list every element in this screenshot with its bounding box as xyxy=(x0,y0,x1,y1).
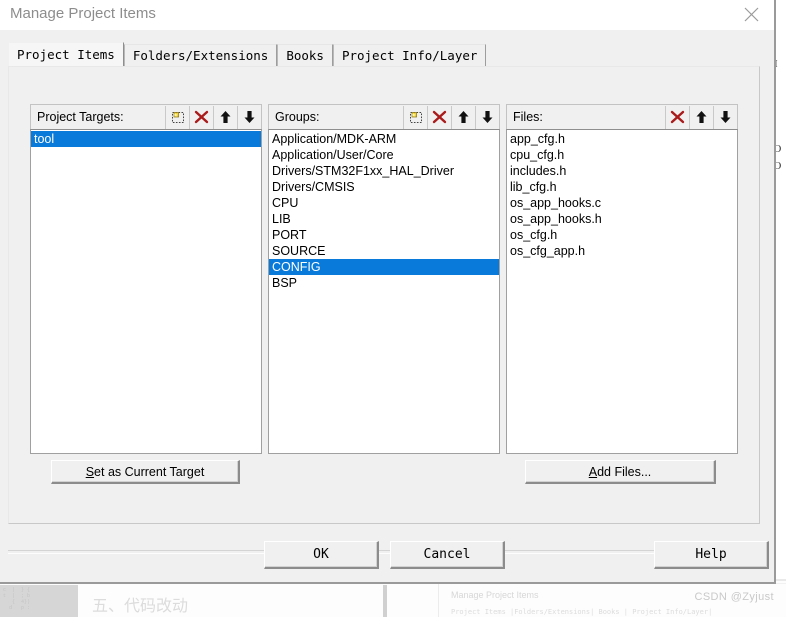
background-ghost-dialog-title: Manage Project Items xyxy=(451,590,539,600)
tab-folders-extensions[interactable]: Folders/Extensions xyxy=(123,44,278,66)
move-down-icon[interactable] xyxy=(475,105,499,129)
set-target-accel: S xyxy=(85,464,95,479)
background-section-heading: 五、代码改动 xyxy=(92,596,189,615)
move-up-icon[interactable] xyxy=(451,105,475,129)
list-item[interactable]: Drivers/CMSIS xyxy=(269,179,499,195)
background-ghost-dialog-tabs: Project Items |Folders/Extensions| Books… xyxy=(451,608,713,616)
list-item[interactable]: app_cfg.h xyxy=(507,131,737,147)
move-up-icon[interactable] xyxy=(689,105,713,129)
list-item[interactable]: CONFIG xyxy=(269,259,499,275)
delete-icon[interactable] xyxy=(189,105,213,129)
move-up-icon[interactable] xyxy=(213,105,237,129)
list-item[interactable]: os_app_hooks.c xyxy=(507,195,737,211)
move-down-icon[interactable] xyxy=(237,105,261,129)
cancel-button[interactable]: Cancel xyxy=(390,541,505,569)
new-item-icon[interactable] xyxy=(165,105,189,129)
list-item[interactable]: Application/User/Core xyxy=(269,147,499,163)
add-files-accel: A xyxy=(588,464,598,479)
list-item[interactable]: os_app_hooks.h xyxy=(507,211,737,227)
project-targets-column: Project Targets: tool xyxy=(30,104,262,454)
set-target-label: et as Current Target xyxy=(94,464,205,479)
list-item[interactable]: CPU xyxy=(269,195,499,211)
list-item[interactable]: cpu_cfg.h xyxy=(507,147,737,163)
tab-project-items[interactable]: Project Items xyxy=(8,42,124,66)
background-thumbnail-code: c | } { t | ; b { 4}) d p : xyxy=(3,587,31,611)
set-as-current-target-button[interactable]: Set as Current Target xyxy=(51,460,240,484)
tab-project-info-layer[interactable]: Project Info/Layer xyxy=(332,44,487,66)
files-listbox[interactable]: app_cfg.h cpu_cfg.h includes.h lib_cfg.h… xyxy=(506,129,738,454)
tab-books[interactable]: Books xyxy=(277,44,333,66)
list-item[interactable]: tool xyxy=(31,131,261,147)
background-bottom-strip: c | } { t | ; b { 4}) d p : 五、代码改动 Manag… xyxy=(0,579,786,617)
list-item[interactable]: BSP xyxy=(269,275,499,291)
list-item[interactable]: os_cfg_app.h xyxy=(507,243,737,259)
background-thumbnail: c | } { t | ; b { 4}) d p : xyxy=(0,585,78,617)
close-icon xyxy=(744,7,759,22)
footer-separator xyxy=(8,550,764,554)
dialog-titlebar: Manage Project Items xyxy=(0,0,774,30)
csdn-watermark: CSDN @Zyjust xyxy=(694,591,774,603)
list-item[interactable]: lib_cfg.h xyxy=(507,179,737,195)
help-button[interactable]: Help xyxy=(654,541,769,569)
list-item[interactable]: Drivers/STM32F1xx_HAL_Driver xyxy=(269,163,499,179)
groups-listbox[interactable]: Application/MDK-ARM Application/User/Cor… xyxy=(268,129,500,454)
files-label: Files: xyxy=(513,110,543,124)
list-item[interactable]: SOURCE xyxy=(269,243,499,259)
delete-icon[interactable] xyxy=(427,105,451,129)
move-down-icon[interactable] xyxy=(713,105,737,129)
dialog-title: Manage Project Items xyxy=(10,5,156,22)
dialog-body: Project Items Folders/Extensions Books P… xyxy=(0,30,774,582)
list-item[interactable]: os_cfg.h xyxy=(507,227,737,243)
groups-label: Groups: xyxy=(275,110,320,124)
list-item[interactable]: PORT xyxy=(269,227,499,243)
project-targets-header: Project Targets: xyxy=(30,104,262,129)
groups-header: Groups: xyxy=(268,104,500,129)
tabstrip: Project Items Folders/Extensions Books P… xyxy=(8,42,487,66)
add-files-label: dd Files... xyxy=(597,464,652,479)
new-item-icon[interactable] xyxy=(403,105,427,129)
groups-column: Groups: Application/MDK-ARM Application/… xyxy=(268,104,500,454)
add-files-button[interactable]: Add Files... xyxy=(525,460,716,484)
list-item[interactable]: LIB xyxy=(269,211,499,227)
background-divider xyxy=(383,585,387,617)
delete-icon[interactable] xyxy=(665,105,689,129)
ok-button[interactable]: OK xyxy=(264,541,379,569)
screenshot-root: SI OI RO RO _I ; _I c | } { t | ; b { 4}… xyxy=(0,0,786,617)
project-targets-label: Project Targets: xyxy=(37,110,124,124)
close-button[interactable] xyxy=(728,0,774,29)
list-item[interactable]: includes.h xyxy=(507,163,737,179)
files-column: Files: app_cfg.h cpu_cfg.h includes.h li… xyxy=(506,104,738,454)
files-header: Files: xyxy=(506,104,738,129)
project-targets-listbox[interactable]: tool xyxy=(30,129,262,454)
list-item[interactable]: Application/MDK-ARM xyxy=(269,131,499,147)
manage-project-items-dialog: Manage Project Items Project Items Folde… xyxy=(0,0,776,584)
